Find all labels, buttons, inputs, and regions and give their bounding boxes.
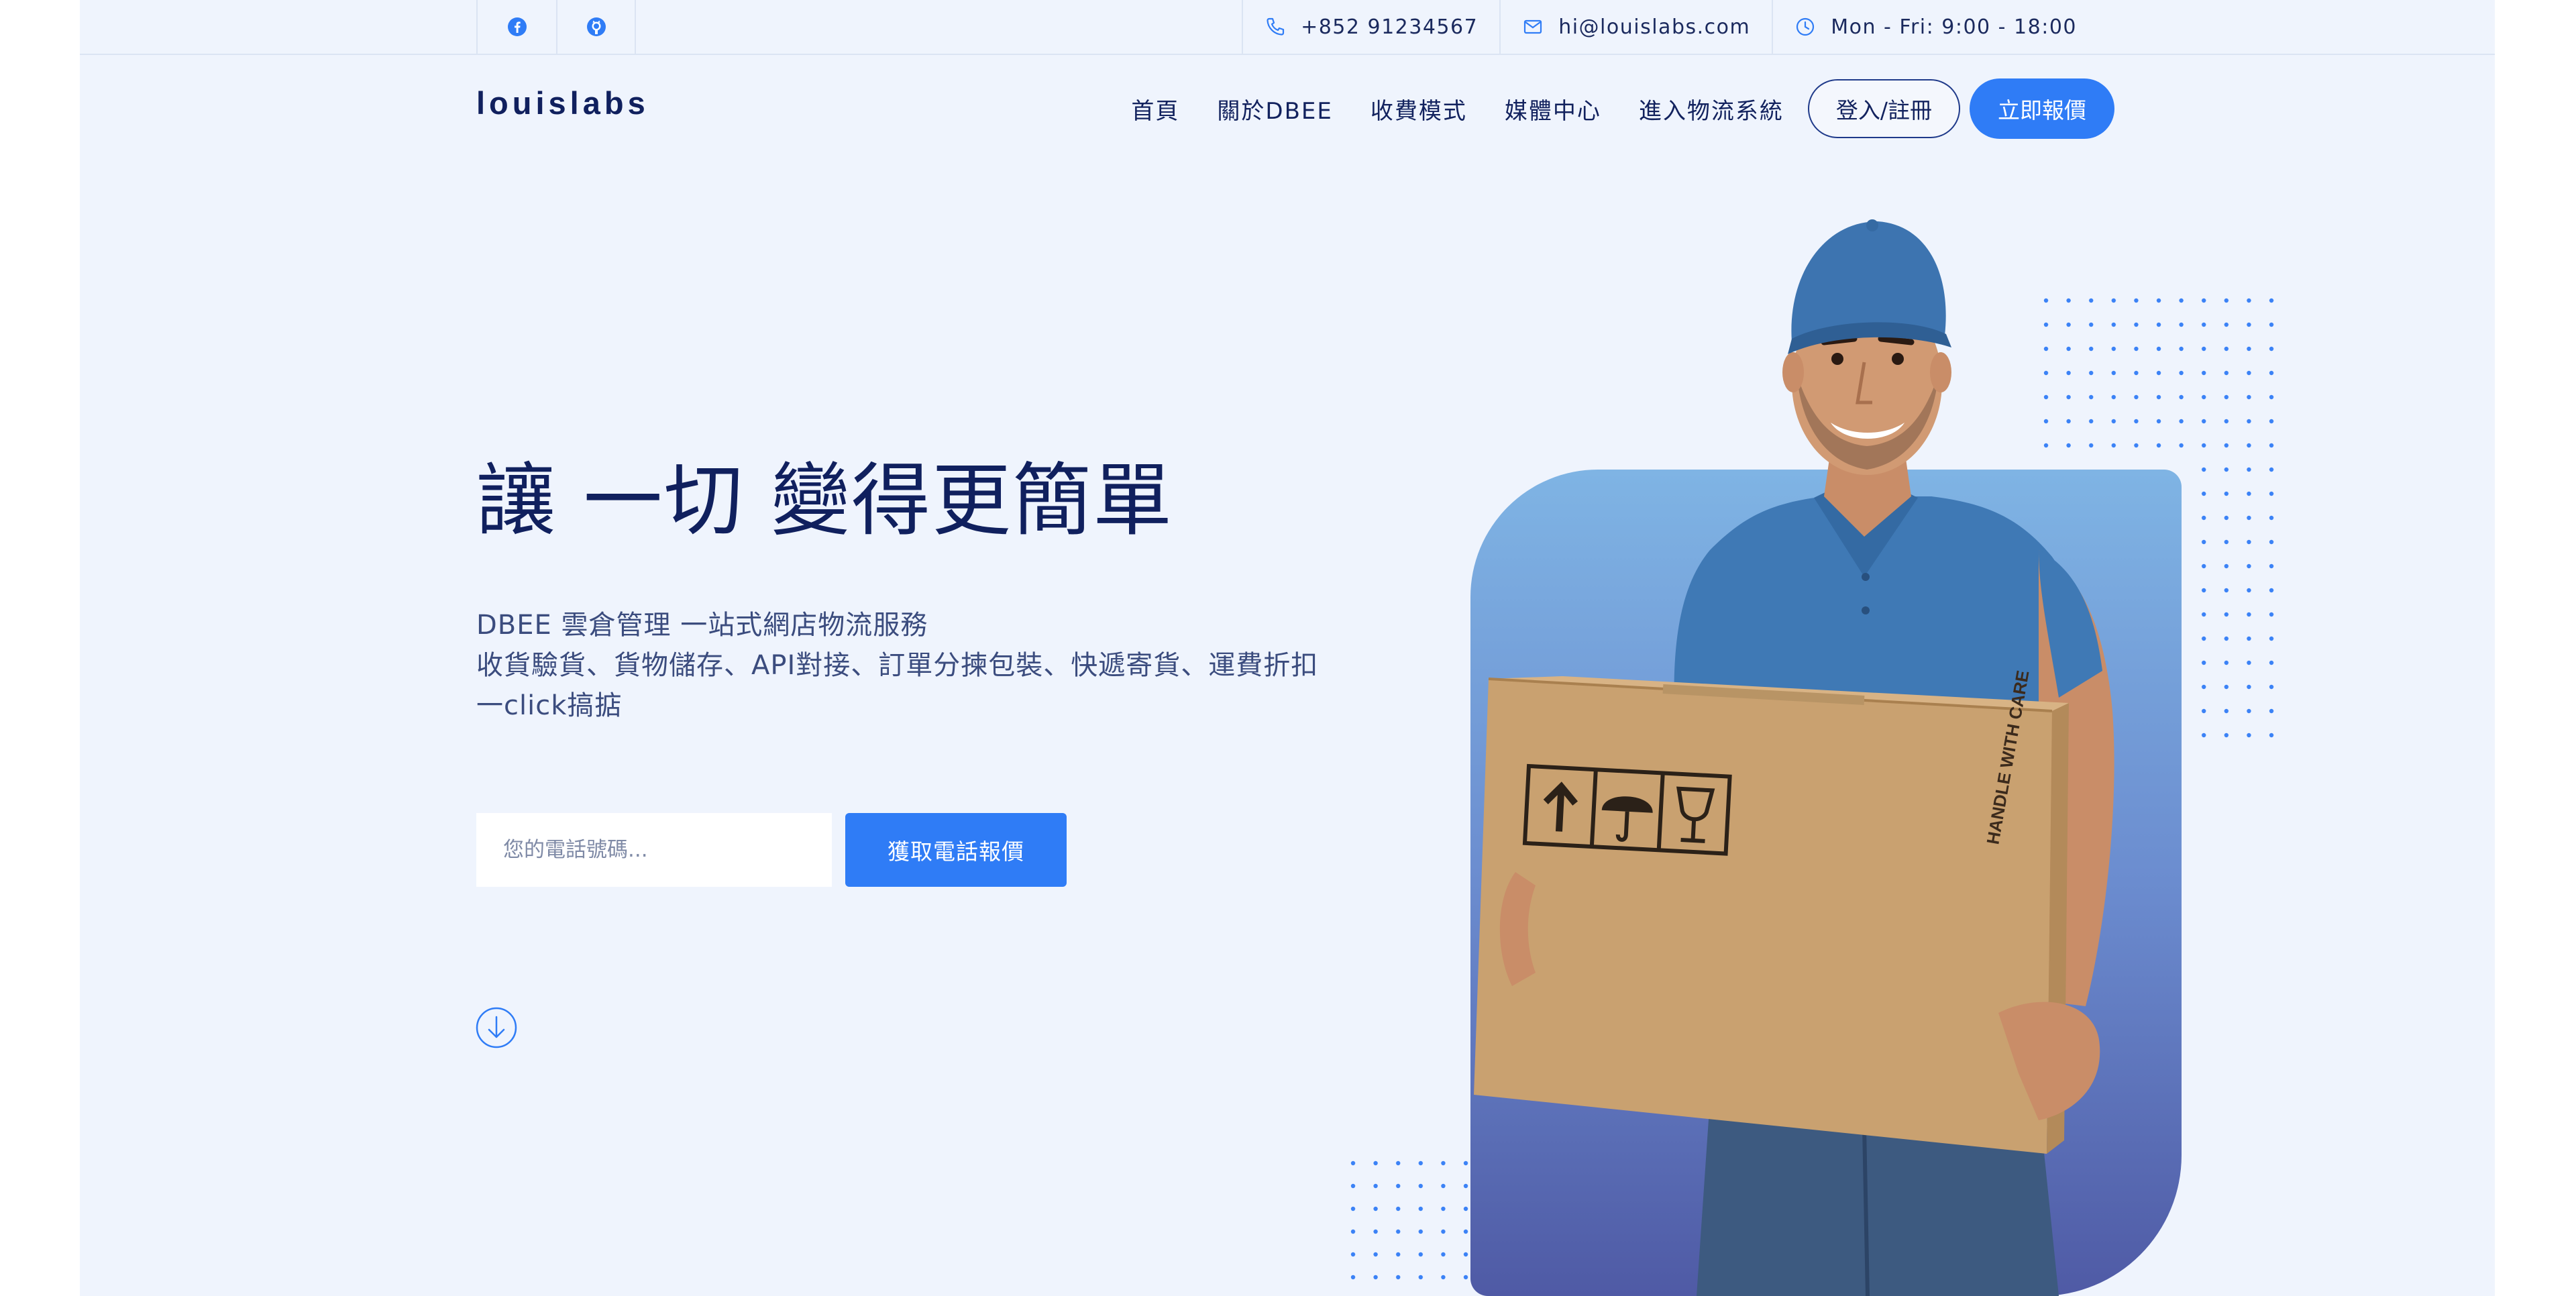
contact-hours: Mon - Fri: 9:00 - 18:00 — [1772, 0, 2098, 54]
hero-description-line: 收貨驗貨、貨物儲存、API對接、訂單分揀包裝、快遞寄貨、運費折扣 一click搞… — [476, 650, 1319, 721]
scroll-down-button[interactable] — [475, 1006, 518, 1052]
clock-icon — [1796, 17, 1815, 36]
nav-link-home[interactable]: 首頁 — [1131, 93, 1179, 125]
delivery-man-image: HANDLE WITH CARE — [1474, 219, 2114, 1296]
social-links — [476, 0, 636, 54]
login-register-button[interactable]: 登入/註冊 — [1807, 79, 1960, 138]
contact-hours-text: Mon - Fri: 9:00 - 18:00 — [1831, 15, 2077, 39]
top-info-bar: +852 91234567 hi@louislabs.com Mon - Fri… — [80, 0, 2495, 55]
get-quote-button[interactable]: 立即報價 — [1970, 78, 2114, 139]
phone-number-input[interactable] — [476, 813, 832, 887]
contact-email[interactable]: hi@louislabs.com — [1499, 0, 1772, 54]
phone-quote-form: 獲取電話報價 — [476, 813, 1067, 887]
github-icon — [586, 17, 606, 36]
social-link-github[interactable] — [556, 0, 636, 54]
phone-quote-submit-button[interactable]: 獲取電話報價 — [845, 813, 1067, 887]
site-logo[interactable]: louislabs — [476, 85, 649, 121]
nav-link-pricing[interactable]: 收費模式 — [1371, 93, 1467, 125]
hero-description: DBEE 雲倉管理 一站式網店物流服務 收貨驗貨、貨物儲存、API對接、訂單分揀… — [476, 605, 1322, 726]
nav-link-media[interactable]: 媒體中心 — [1505, 93, 1601, 125]
facebook-icon — [507, 17, 527, 36]
nav-link-logistics-system[interactable]: 進入物流系統 — [1639, 93, 1784, 125]
phone-icon — [1267, 17, 1285, 36]
main-nav: 首頁 關於DBEE 收費模式 媒體中心 進入物流系統 登入/註冊 立即報價 — [1131, 78, 2114, 140]
hero-title: 讓 一切 變得更簡單 — [476, 454, 1174, 547]
hero-description-line: DBEE 雲倉管理 一站式網店物流服務 — [476, 610, 928, 641]
contact-phone-text: +852 91234567 — [1301, 15, 1479, 39]
arrow-down-circle-icon — [476, 1007, 517, 1048]
mail-icon — [1524, 19, 1542, 34]
nav-link-about[interactable]: 關於DBEE — [1217, 93, 1332, 125]
contact-info: +852 91234567 hi@louislabs.com Mon - Fri… — [1242, 0, 2098, 54]
contact-email-text: hi@louislabs.com — [1558, 15, 1751, 39]
social-link-facebook[interactable] — [476, 0, 556, 54]
page-frame: +852 91234567 hi@louislabs.com Mon - Fri… — [80, 0, 2495, 1296]
contact-phone[interactable]: +852 91234567 — [1242, 0, 1499, 54]
